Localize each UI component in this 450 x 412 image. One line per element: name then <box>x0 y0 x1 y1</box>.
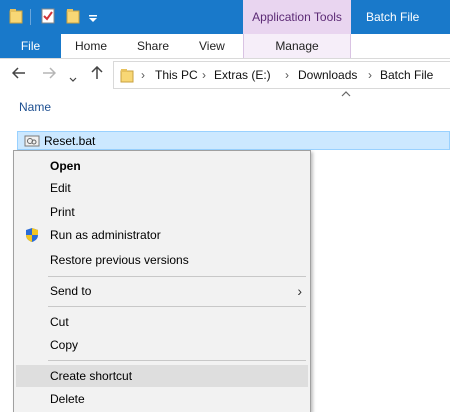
menu-item-label: Create shortcut <box>50 369 133 383</box>
back-arrow-icon[interactable] <box>11 66 26 83</box>
menu-item-label: Edit <box>50 181 71 195</box>
menu-item-label: Copy <box>50 338 79 352</box>
menu-item-label: Delete <box>50 392 85 406</box>
new-folder-icon[interactable] <box>66 8 80 27</box>
menu-item-label: Open <box>50 159 81 173</box>
ribbon-tabs: File Home Share View Manage <box>0 34 450 59</box>
menu-item-restore-versions[interactable]: Restore previous versions <box>16 249 308 271</box>
up-arrow-icon[interactable] <box>91 65 103 84</box>
menu-item-open[interactable]: Open <box>16 155 308 177</box>
chevron-right-icon[interactable]: › <box>202 68 206 82</box>
file-name[interactable]: Reset.bat <box>44 134 95 148</box>
menu-item-label: Send to <box>50 284 92 298</box>
folder-icon[interactable] <box>9 8 23 27</box>
quick-access-separator <box>30 9 31 25</box>
menu-item-copy[interactable]: Copy <box>16 334 308 356</box>
tab-view[interactable]: View <box>199 34 225 58</box>
menu-separator <box>48 276 306 277</box>
chevron-right-icon[interactable]: › <box>285 68 289 82</box>
menu-item-delete[interactable]: Delete <box>16 388 308 410</box>
menu-item-label: Restore previous versions <box>50 253 189 267</box>
address-folder-icon <box>120 68 134 86</box>
menu-item-create-shortcut[interactable]: Create shortcut <box>16 365 308 387</box>
window-title: Batch File <box>366 10 420 24</box>
menu-item-send-to[interactable]: Send to › <box>16 280 308 302</box>
tab-share[interactable]: Share <box>137 34 169 58</box>
address-bar[interactable]: › This PC › Extras (E:) › Downloads › Ba… <box>113 61 450 89</box>
menu-item-label: Print <box>50 205 75 219</box>
chevron-right-icon[interactable]: › <box>368 68 372 82</box>
tab-manage[interactable]: Manage <box>243 34 351 58</box>
breadcrumb-downloads[interactable]: Downloads <box>298 68 357 82</box>
tab-home[interactable]: Home <box>75 34 107 58</box>
menu-separator <box>48 360 306 361</box>
dropdown-icon[interactable] <box>69 70 77 87</box>
menu-item-label: Cut <box>50 315 69 329</box>
menu-item-print[interactable]: Print <box>16 201 308 223</box>
forward-arrow-icon[interactable] <box>42 66 57 83</box>
column-header-name[interactable]: Name <box>19 100 51 114</box>
menu-item-label: Run as administrator <box>50 228 161 242</box>
sort-ascending-icon <box>341 89 351 99</box>
breadcrumb-this-pc[interactable]: This PC <box>155 68 198 82</box>
menu-separator <box>48 306 306 307</box>
chevron-right-icon[interactable]: › <box>141 68 145 82</box>
batch-file-icon <box>24 134 40 151</box>
application-tools-label: Application Tools <box>243 0 351 34</box>
context-menu: Open Edit Print Run as administrator Res… <box>13 150 311 412</box>
uac-shield-icon <box>25 227 39 250</box>
title-bar: Application Tools Batch File <box>0 0 450 34</box>
menu-item-cut[interactable]: Cut <box>16 311 308 333</box>
menu-item-run-as-admin[interactable]: Run as administrator <box>16 224 308 246</box>
breadcrumb-batch-file[interactable]: Batch File <box>380 68 433 82</box>
file-row-selected[interactable]: Reset.bat <box>17 131 450 150</box>
properties-icon[interactable] <box>40 8 56 27</box>
menu-item-edit[interactable]: Edit <box>16 177 308 199</box>
tab-file[interactable]: File <box>0 34 61 58</box>
chevron-right-icon: › <box>297 283 302 299</box>
customize-qat-icon[interactable] <box>88 12 98 26</box>
breadcrumb-drive[interactable]: Extras (E:) <box>214 68 271 82</box>
